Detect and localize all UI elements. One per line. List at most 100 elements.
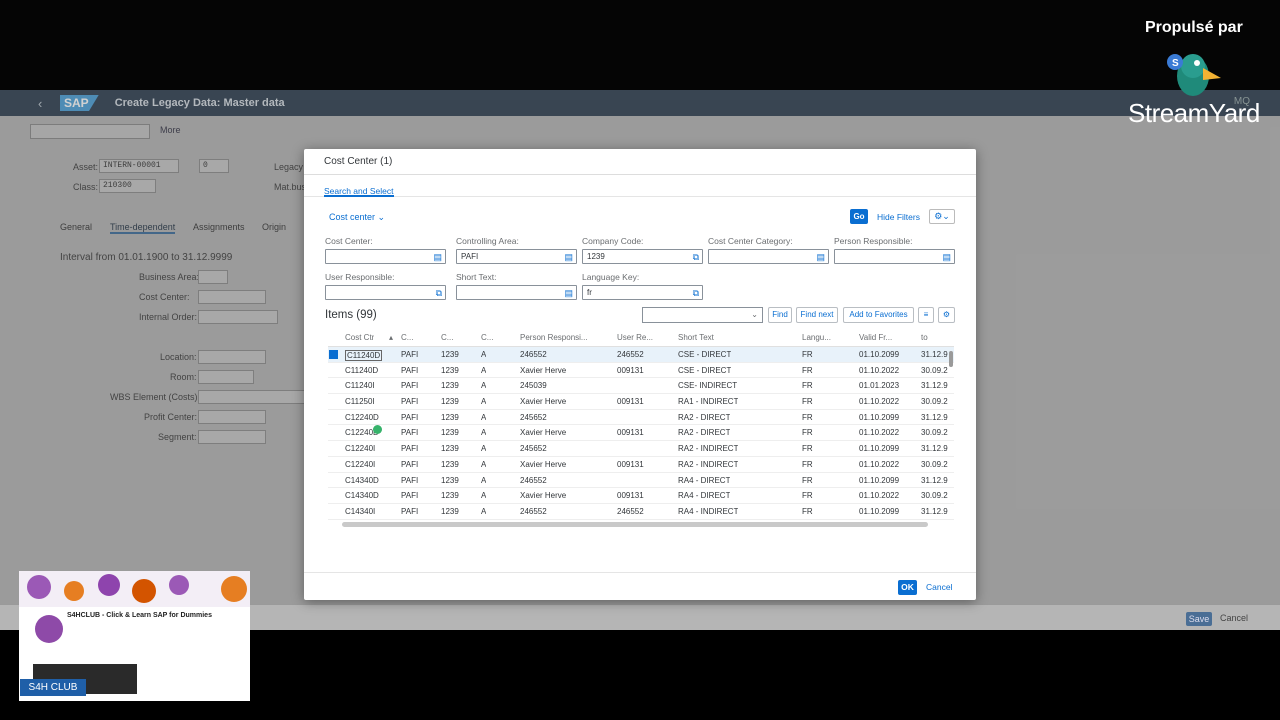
row-selector[interactable]	[329, 428, 338, 437]
table-row[interactable]: C12240D PAFI 1239 A 245652 RA2 - DIRECT FR 01.1…	[328, 410, 954, 426]
cost-center-filter[interactable]: ▤	[325, 249, 446, 264]
table-cell: C12240I	[345, 459, 376, 469]
table-cell: PAFI	[401, 444, 419, 454]
filter-value: fr	[587, 288, 592, 297]
sort-ascending-icon: ▴	[389, 333, 394, 342]
column-header[interactable]: Valid Fr...	[859, 333, 892, 342]
value-help-icon[interactable]: ▤	[564, 251, 573, 264]
table-cell: 246552	[617, 506, 644, 516]
column-header[interactable]: to	[921, 333, 928, 342]
table-cell: CSE - DIRECT	[678, 365, 732, 375]
ok-button[interactable]: OK	[898, 580, 917, 595]
sort-button[interactable]: ≡	[918, 307, 934, 323]
table-cell: 31.12.9	[921, 412, 948, 422]
table-cell: 31.12.9	[921, 506, 948, 516]
person-responsible-filter[interactable]: ▤	[834, 249, 955, 264]
row-selector[interactable]	[329, 460, 338, 469]
add-to-favorites-button[interactable]: Add to Favorites	[843, 307, 914, 323]
row-selector[interactable]	[329, 366, 338, 375]
table-row[interactable]: C11240D PAFI 1239 A 246552 246552 CSE - DIRECT…	[328, 347, 954, 363]
row-selector[interactable]	[329, 491, 338, 500]
column-header[interactable]: C...	[481, 333, 493, 342]
row-selector[interactable]	[329, 350, 338, 359]
cancel-button-bg[interactable]: Cancel	[1220, 613, 1248, 623]
save-button[interactable]: Save	[1186, 612, 1212, 626]
column-header[interactable]: Person Responsi...	[520, 333, 588, 342]
value-help-icon[interactable]: ⧉	[436, 287, 442, 300]
column-header[interactable]: C...	[401, 333, 413, 342]
table-row[interactable]: C12240I PAFI 1239 A Xavier Herve 009131 RA2 - …	[328, 457, 954, 473]
value-help-icon[interactable]: ▤	[433, 251, 442, 264]
table-cell: RA2 - DIRECT	[678, 428, 731, 438]
column-header[interactable]: User Re...	[617, 333, 653, 342]
thumbnail-banner	[19, 571, 250, 607]
column-header[interactable]: Langu...	[802, 333, 831, 342]
table-cell: 1239	[441, 350, 459, 359]
table-row[interactable]: C12240I PAFI 1239 A 245652 RA2 - INDIRECT FR 01…	[328, 441, 954, 457]
table-row[interactable]: C14340D PAFI 1239 A Xavier Herve 009131 RA4 - …	[328, 488, 954, 504]
table-cell: Xavier Herve	[520, 459, 567, 469]
table-cell: RA2 - INDIRECT	[678, 459, 739, 469]
table-cell: C12240D	[345, 412, 379, 422]
user-responsible-filter[interactable]: ⧉	[325, 285, 446, 300]
value-help-icon[interactable]: ▤	[564, 287, 573, 300]
find-button[interactable]: Find	[768, 307, 792, 323]
value-help-icon[interactable]: ▤	[942, 251, 951, 264]
table-cell: 246552	[520, 350, 547, 359]
company-code-filter[interactable]: 1239 ⧉	[582, 249, 703, 264]
table-cell: A	[481, 412, 487, 422]
table-row[interactable]: C14340D PAFI 1239 A 246552 RA4 - DIRECT FR 01.1…	[328, 473, 954, 489]
find-next-button[interactable]: Find next	[796, 307, 838, 323]
row-selector[interactable]	[329, 381, 338, 390]
variant-selector[interactable]: Cost center ⌄	[329, 212, 385, 223]
table-cell: RA2 - DIRECT	[678, 412, 731, 422]
row-selector[interactable]	[329, 444, 338, 453]
table-cell: 246552	[520, 475, 547, 485]
table-row[interactable]: C11240D PAFI 1239 A Xavier Herve 009131 CSE - …	[328, 363, 954, 379]
value-help-icon[interactable]: ⧉	[693, 251, 699, 264]
filter-label: Person Responsible:	[834, 236, 913, 246]
row-selector[interactable]	[329, 397, 338, 406]
table-cell: FR	[802, 428, 813, 438]
horizontal-scrollbar[interactable]	[342, 522, 928, 527]
table-row[interactable]: C11240I PAFI 1239 A 245039 CSE- INDIRECT FR 01.…	[328, 378, 954, 395]
column-header[interactable]: Cost Ctr	[345, 333, 374, 342]
table-cell: FR	[802, 491, 813, 501]
table-cell: FR	[802, 459, 813, 469]
controlling-area-filter[interactable]: PAFI ▤	[456, 249, 577, 264]
hide-filters-button[interactable]: Hide Filters	[877, 212, 920, 222]
table-cell: 01.10.2099	[859, 444, 900, 454]
row-selector[interactable]	[329, 507, 338, 516]
chevron-down-icon: ⌄	[751, 310, 758, 319]
vertical-scrollbar[interactable]	[949, 351, 953, 367]
cost-center-category-filter[interactable]: ▤	[708, 249, 829, 264]
settings-button[interactable]: ⚙⌄	[929, 209, 955, 224]
table-row[interactable]: C12240D PAFI 1239 A Xavier Herve 009131 RA2 - …	[328, 425, 954, 442]
streamyard-mascot-icon: S	[1167, 54, 1221, 96]
table-cell: PAFI	[401, 491, 419, 501]
column-header[interactable]: Short Text	[678, 333, 714, 342]
row-selector[interactable]	[329, 413, 338, 422]
column-header[interactable]: C...	[441, 333, 453, 342]
row-selector[interactable]	[329, 476, 338, 485]
table-cell: PAFI	[401, 412, 419, 422]
search-dropdown[interactable]: ⌄	[642, 307, 763, 323]
short-text-filter[interactable]: ▤	[456, 285, 577, 300]
cancel-button[interactable]: Cancel	[926, 582, 952, 592]
table-row[interactable]: C11250I PAFI 1239 A Xavier Herve 009131 RA1 - …	[328, 394, 954, 410]
value-help-icon[interactable]: ▤	[816, 251, 825, 264]
filter-value: PAFI	[461, 252, 479, 261]
value-help-icon[interactable]: ⧉	[693, 287, 699, 300]
table-row[interactable]: C14340I PAFI 1239 A 246552 246552 RA4 - INDIRE…	[328, 504, 954, 520]
table-settings-button[interactable]: ⚙	[938, 307, 955, 323]
filter-label: Company Code:	[582, 236, 644, 246]
table-cell: 009131	[617, 428, 644, 438]
go-button[interactable]: Go	[850, 209, 868, 224]
table-cell: 009131	[617, 491, 644, 501]
table-cell: 31.12.9	[921, 444, 948, 454]
table-cell: C11240D	[345, 350, 383, 361]
table-cell: 01.10.2099	[859, 412, 900, 422]
language-key-filter[interactable]: fr ⧉	[582, 285, 703, 300]
cost-center-dialog: Cost Center (1) Search and Select Cost c…	[304, 149, 976, 600]
dialog-footer: OK Cancel	[304, 572, 976, 600]
